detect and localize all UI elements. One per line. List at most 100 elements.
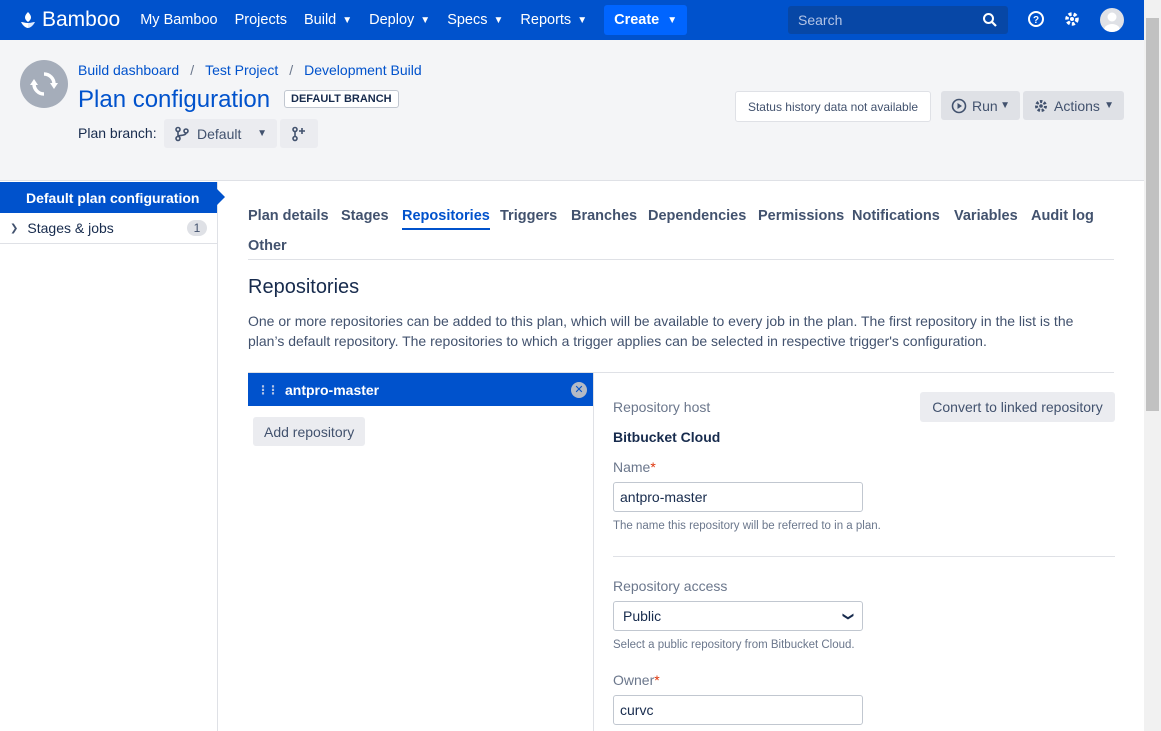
- tab-plan-details[interactable]: Plan details: [248, 208, 329, 224]
- sidebar-item-stages-jobs[interactable]: ❯ Stages & jobs 1: [0, 213, 217, 244]
- branch-icon: [175, 126, 189, 141]
- page-title: Plan configuration: [78, 86, 271, 113]
- repository-host-label: Repository host: [613, 399, 711, 415]
- tab-notifications[interactable]: Notifications: [852, 208, 940, 224]
- required-marker: *: [650, 459, 656, 475]
- breadcrumb: Build dashboard / Test Project / Develop…: [78, 62, 422, 78]
- bamboo-logo[interactable]: Bamboo: [18, 8, 120, 32]
- repository-access-label: Repository access: [613, 578, 728, 594]
- breadcrumb-plan[interactable]: Development Build: [304, 62, 422, 78]
- repository-details-panel: Convert to linked repository Repository …: [593, 372, 1115, 731]
- repository-access-help-text: Select a public repository from Bitbucke…: [613, 639, 855, 651]
- repository-list-item[interactable]: ⋮⋮ antpro-master ✕: [248, 373, 593, 406]
- nav-specs[interactable]: Specs ▼: [447, 12, 503, 28]
- nav-reports[interactable]: Reports ▼: [520, 12, 587, 28]
- create-label: Create: [614, 12, 660, 28]
- create-button[interactable]: Create ▼: [604, 5, 688, 35]
- page-header: Build dashboard / Test Project / Develop…: [0, 40, 1144, 181]
- nav-label: Reports: [520, 12, 572, 28]
- tab-dependencies[interactable]: Dependencies: [648, 208, 746, 224]
- chevron-down-icon: ▼: [420, 14, 431, 26]
- nav-build[interactable]: Build ▼: [304, 12, 352, 28]
- plan-status-icon: [20, 60, 68, 108]
- tab-branches[interactable]: Branches: [571, 208, 637, 224]
- sidebar-item-label: Stages & jobs: [27, 220, 114, 236]
- convert-to-linked-button[interactable]: Convert to linked repository: [920, 392, 1115, 422]
- help-icon[interactable]: ?: [1027, 10, 1045, 28]
- nav-projects[interactable]: Projects: [235, 12, 287, 28]
- repository-item-label: antpro-master: [285, 381, 380, 398]
- bamboo-logo-icon: [21, 12, 35, 28]
- svg-text:?: ?: [1033, 15, 1039, 26]
- brand-name: Bamboo: [42, 8, 121, 31]
- remove-repository-icon[interactable]: ✕: [571, 381, 587, 398]
- run-button[interactable]: Run ▼: [941, 91, 1020, 120]
- tab-audit-log[interactable]: Audit log: [1031, 208, 1094, 224]
- avatar-icon: [1104, 12, 1120, 32]
- config-tabs: Plan details Stages Repositories Trigger…: [248, 200, 1114, 260]
- nav-label: Build: [303, 12, 337, 28]
- chevron-down-icon: ▼: [577, 14, 588, 26]
- tab-variables[interactable]: Variables: [954, 208, 1018, 224]
- add-repository-button[interactable]: Add repository: [253, 417, 366, 446]
- tab-permissions[interactable]: Permissions: [758, 208, 844, 224]
- scrollbar-thumb[interactable]: [1146, 18, 1159, 411]
- run-label: Run: [972, 97, 998, 114]
- cog-icon: [1035, 99, 1047, 112]
- owner-label-text: Owner: [613, 672, 655, 688]
- play-icon: [951, 98, 967, 113]
- chevron-down-icon: ▼: [1104, 100, 1114, 111]
- drag-handle-icon[interactable]: ⋮⋮: [257, 383, 279, 397]
- page-scrollbar[interactable]: [1144, 0, 1161, 731]
- tab-repositories[interactable]: Repositories: [402, 208, 490, 230]
- refresh-icon: [30, 72, 58, 96]
- section-description: One or more repositories can be added to…: [248, 313, 1074, 349]
- name-field[interactable]: [613, 482, 863, 512]
- breadcrumb-project[interactable]: Test Project: [205, 62, 278, 78]
- chevron-down-icon: ▼: [667, 14, 678, 26]
- default-branch-lozenge: DEFAULT BRANCH: [284, 90, 399, 108]
- breadcrumb-build-dashboard[interactable]: Build dashboard: [78, 62, 179, 78]
- repository-access-select[interactable]: Public ❯: [613, 601, 863, 631]
- breadcrumb-separator: /: [289, 62, 294, 78]
- section-divider: [613, 556, 1115, 557]
- breadcrumb-separator: /: [190, 62, 195, 78]
- name-label: Name*: [613, 459, 656, 475]
- chevron-down-icon: ▼: [1000, 100, 1010, 111]
- nav-label: Projects: [234, 12, 287, 28]
- repository-access-value: Public: [623, 608, 662, 624]
- search-icon[interactable]: [982, 12, 998, 28]
- chevron-down-icon: ▼: [493, 14, 504, 26]
- search-input[interactable]: [798, 12, 982, 28]
- chevron-down-icon: ❯: [841, 611, 854, 621]
- tab-other[interactable]: Other: [248, 238, 287, 254]
- owner-field[interactable]: [613, 695, 863, 725]
- owner-label: Owner*: [613, 672, 660, 688]
- count-badge: 1: [187, 220, 207, 236]
- status-history-box: Status history data not available: [735, 91, 931, 122]
- gear-icon[interactable]: [1063, 10, 1081, 28]
- actions-button[interactable]: Actions ▼: [1023, 91, 1124, 120]
- tab-triggers[interactable]: Triggers: [500, 208, 557, 224]
- nav-label: Specs: [447, 12, 488, 28]
- nav-label: My Bamboo: [140, 12, 218, 28]
- sidebar-item-default-plan-configuration[interactable]: Default plan configuration: [0, 182, 225, 213]
- user-avatar[interactable]: [1100, 8, 1124, 32]
- top-navigation: Bamboo My Bamboo Projects Build ▼ Deploy ▼…: [0, 0, 1144, 40]
- repository-host-value: Bitbucket Cloud: [613, 429, 721, 445]
- branch-add-icon: [292, 126, 305, 141]
- search-box[interactable]: [788, 6, 1008, 34]
- actions-label: Actions: [1054, 97, 1100, 114]
- plan-branch-select[interactable]: Default ▼: [164, 119, 277, 148]
- nav-label: Deploy: [369, 12, 415, 28]
- config-sidebar: Default plan configuration ❯ Stages & jo…: [0, 182, 225, 731]
- section-title: Repositories: [248, 276, 360, 298]
- tab-stages[interactable]: Stages: [341, 208, 389, 224]
- nav-my-bamboo[interactable]: My Bamboo: [140, 12, 217, 28]
- nav-deploy[interactable]: Deploy ▼: [369, 12, 430, 28]
- chevron-down-icon: ▼: [342, 14, 353, 26]
- required-marker: *: [654, 672, 660, 688]
- name-label-text: Name: [613, 459, 651, 475]
- create-branch-button[interactable]: [280, 119, 318, 148]
- chevron-right-icon[interactable]: ❯: [10, 223, 18, 234]
